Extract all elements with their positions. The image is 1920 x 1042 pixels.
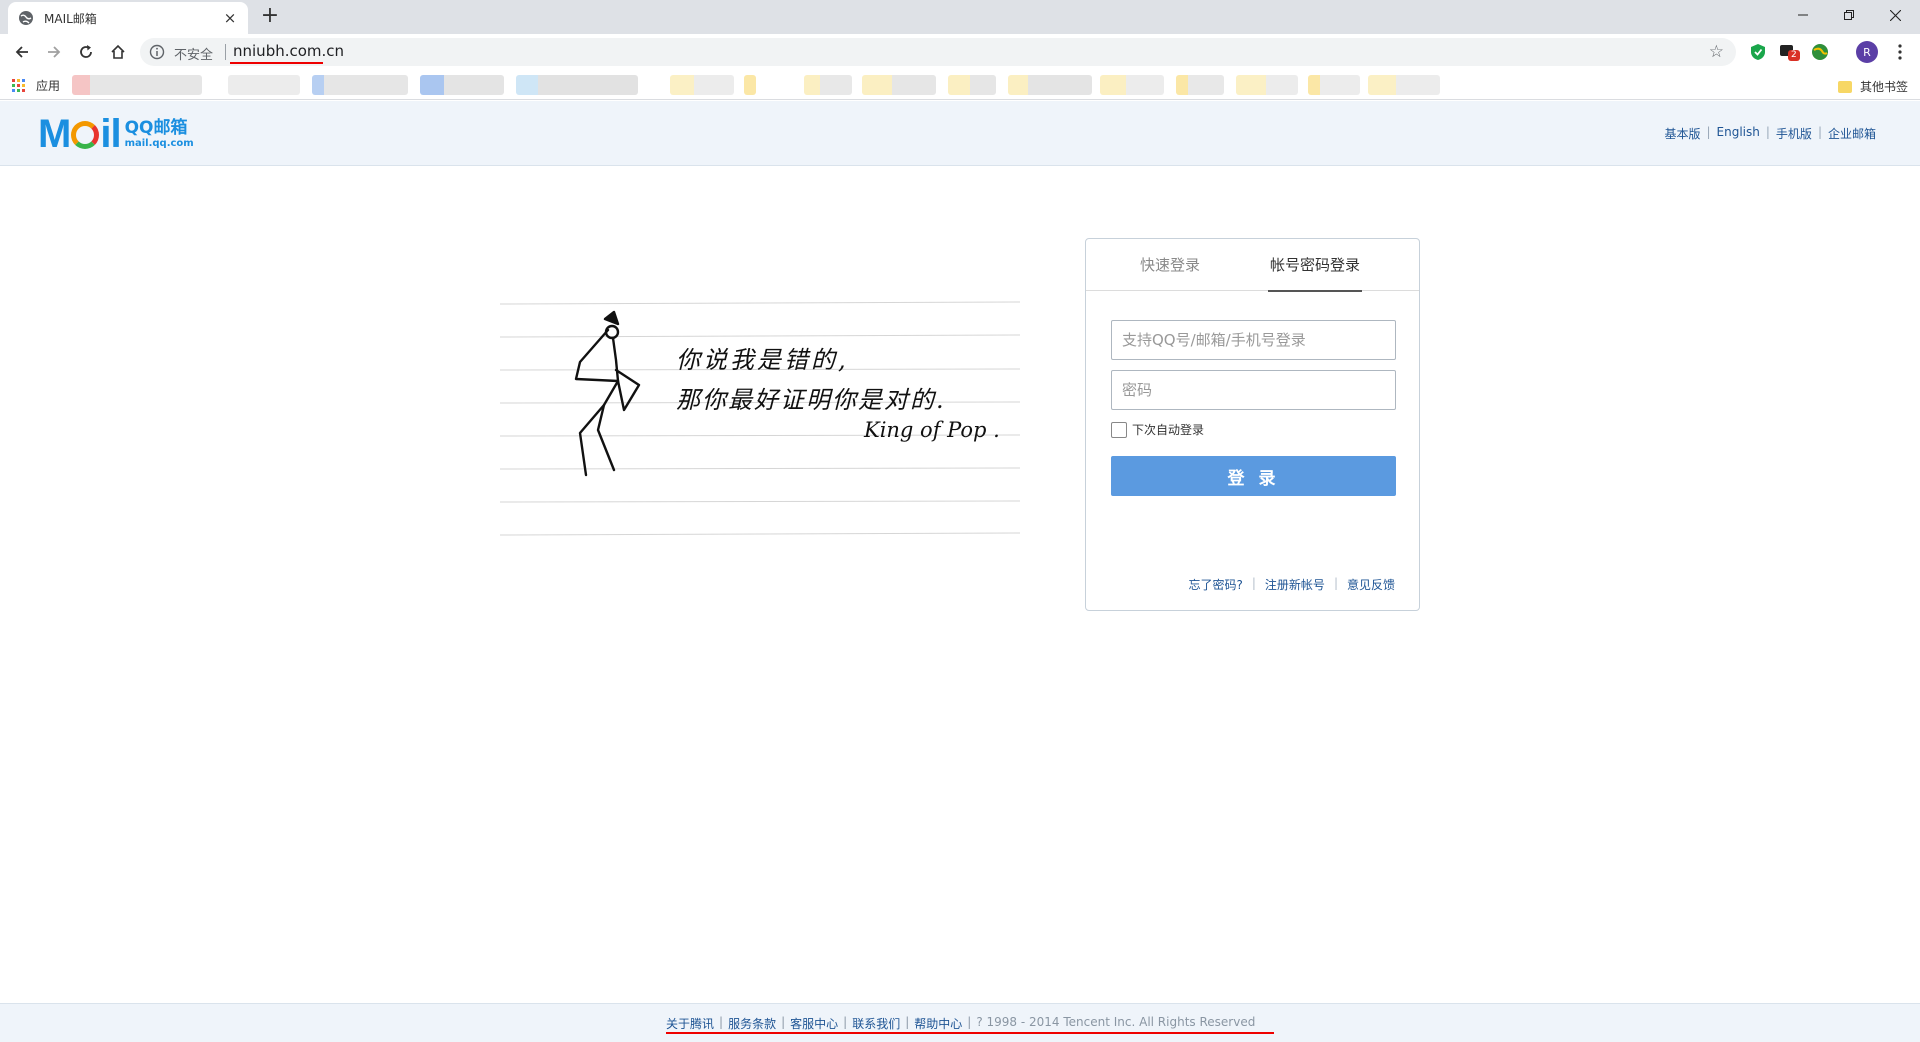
artwork-signature: King of Pop . (864, 418, 1000, 442)
footer-copyright: ? 1998 - 2014 Tencent Inc. All Rights Re… (976, 1015, 1256, 1029)
globe-icon (19, 11, 33, 25)
forward-icon[interactable] (42, 40, 66, 64)
bookmark-star-icon[interactable]: ☆ (1709, 42, 1724, 62)
back-icon[interactable] (10, 40, 34, 64)
header-links: 基本版 | English | 手机版 | 企业邮箱 (1664, 125, 1876, 142)
blurred-bookmark[interactable] (1236, 75, 1298, 95)
tab-password-login[interactable]: 帐号密码登录 (1268, 239, 1363, 292)
bookmark-apps[interactable]: 应用 (12, 77, 60, 94)
logo-mail-word: Mil (38, 112, 122, 156)
blurred-bookmark[interactable] (1008, 75, 1092, 95)
footer-link-contact[interactable]: 联系我们 (852, 1015, 900, 1032)
mail-header: Mil QQ邮箱 mail.qq.com 基本版 | English | 手机版 | … (0, 101, 1920, 166)
browser-tab[interactable]: MAIL邮箱 × (8, 2, 248, 34)
url-annotation-underline (230, 62, 323, 64)
blurred-bookmark[interactable] (516, 75, 638, 95)
close-window-icon[interactable] (1872, 0, 1918, 30)
blurred-bookmark[interactable] (1308, 75, 1360, 95)
globe-extension-icon[interactable] (1810, 42, 1830, 62)
security-label[interactable]: 不安全 (174, 44, 213, 63)
profile-avatar[interactable]: R (1856, 41, 1878, 63)
reload-icon[interactable] (74, 40, 98, 64)
omnibox-divider (225, 44, 226, 60)
password-input[interactable] (1111, 370, 1396, 410)
forgot-password-link[interactable]: 忘了密码? (1189, 576, 1243, 593)
other-bookmarks-label: 其他书签 (1859, 80, 1908, 94)
link-mobile-version[interactable]: 手机版 (1776, 125, 1812, 142)
address-bar[interactable]: 不安全 nniubh.com.cn ☆ (140, 38, 1736, 66)
artwork-line-1: 你说我是错的, (676, 346, 849, 374)
minimize-icon[interactable] (1780, 0, 1826, 30)
link-enterprise-mail[interactable]: 企业邮箱 (1828, 125, 1876, 142)
remember-me[interactable]: 下次自动登录 (1111, 421, 1204, 438)
blurred-bookmark[interactable] (312, 75, 408, 95)
register-link[interactable]: 注册新帐号 (1265, 576, 1325, 593)
home-icon[interactable] (106, 40, 130, 64)
remember-checkbox[interactable] (1111, 421, 1127, 438)
qqmail-logo[interactable]: Mil QQ邮箱 mail.qq.com (38, 114, 194, 154)
logo-word-il: il (100, 112, 121, 156)
menu-dots-icon[interactable] (1890, 42, 1910, 62)
logo-domain: mail.qq.com (124, 138, 194, 149)
account-input[interactable] (1111, 320, 1396, 360)
logo-name: QQ邮箱 (124, 118, 188, 138)
blurred-bookmark[interactable] (420, 75, 504, 95)
page-footer: 关于腾讯 | 服务条款 | 客服中心 | 联系我们 | 帮助中心 | ? 1998 - 2… (0, 1003, 1920, 1042)
logo-word-m: M (38, 112, 71, 156)
login-button[interactable]: 登 录 (1111, 456, 1396, 496)
tab-close-icon[interactable]: × (222, 9, 238, 27)
blurred-bookmark[interactable] (948, 75, 996, 95)
artwork-line-2: 那你最好证明你是对的. (676, 386, 946, 414)
apps-grid-icon (12, 78, 26, 93)
message-extension-icon[interactable]: 2 (1778, 42, 1800, 62)
bookmark-other[interactable]: 其他书签 (1837, 78, 1908, 95)
footer-link-service[interactable]: 客服中心 (790, 1015, 838, 1032)
blurred-bookmark[interactable] (862, 75, 936, 95)
shield-extension-icon[interactable] (1748, 42, 1768, 62)
browser-toolbar: 不安全 nniubh.com.cn ☆ 2 R (0, 34, 1920, 70)
info-icon[interactable] (149, 44, 165, 60)
remember-label: 下次自动登录 (1132, 423, 1205, 437)
apps-label: 应用 (36, 79, 61, 93)
blurred-bookmark[interactable] (1100, 75, 1164, 95)
blurred-bookmark[interactable] (72, 75, 202, 95)
login-help-links: 忘了密码? | 注册新帐号 | 意见反馈 (1188, 576, 1396, 593)
link-basic-version[interactable]: 基本版 (1664, 125, 1700, 142)
blurred-bookmark[interactable] (744, 75, 756, 95)
king-of-pop-artwork (500, 301, 1020, 536)
footer-link-terms[interactable]: 服务条款 (728, 1015, 776, 1032)
new-tab-button[interactable]: + (258, 3, 282, 28)
footer-link-help[interactable]: 帮助中心 (914, 1015, 962, 1032)
blurred-bookmark[interactable] (1176, 75, 1224, 95)
bookmarks-bar: 应用 其他书签 (0, 70, 1920, 100)
blurred-bookmark[interactable] (804, 75, 852, 95)
restore-icon[interactable] (1826, 0, 1872, 30)
login-tabs: 快速登录 帐号密码登录 (1086, 239, 1419, 292)
logo-ring-icon (71, 121, 100, 149)
tab-strip: MAIL邮箱 × + (0, 0, 1920, 34)
footer-link-about[interactable]: 关于腾讯 (666, 1015, 714, 1032)
url-text[interactable]: nniubh.com.cn (233, 42, 344, 60)
login-panel: 快速登录 帐号密码登录 下次自动登录 登 录 忘了密码?| 注册新帐号| 意见反… (1085, 238, 1420, 611)
link-english[interactable]: English (1717, 125, 1760, 142)
blurred-bookmark[interactable] (1368, 75, 1440, 95)
feedback-link[interactable]: 意见反馈 (1347, 576, 1395, 593)
tab-title: MAIL邮箱 (44, 11, 97, 26)
folder-icon (1837, 80, 1852, 93)
tab-quick-login[interactable]: 快速登录 (1138, 239, 1202, 291)
footer-annotation-underline (666, 1032, 1274, 1034)
footer-links: 关于腾讯 | 服务条款 | 客服中心 | 联系我们 | 帮助中心 | ? 1998 - 2… (666, 1015, 1256, 1032)
blurred-bookmark[interactable] (228, 75, 300, 95)
blurred-bookmark[interactable] (670, 75, 734, 95)
extension-badge: 2 (1788, 50, 1800, 61)
